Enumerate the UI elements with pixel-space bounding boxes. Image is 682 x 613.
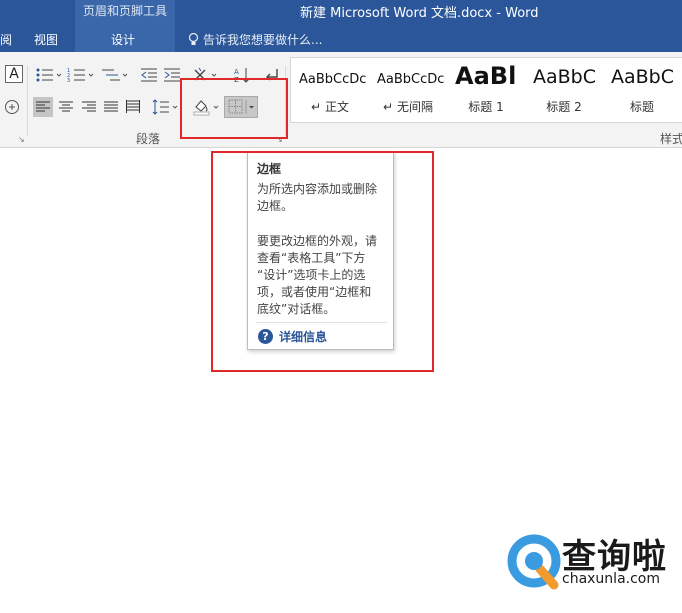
enclose-characters-icon [5,100,19,114]
tab-design[interactable]: 设计 [111,31,135,48]
center-button[interactable] [56,97,76,117]
line-spacing-button[interactable] [152,97,180,117]
bulb-icon [188,33,199,45]
align-right-button[interactable] [79,97,99,117]
align-left-icon [36,101,50,112]
tab-review[interactable]: 阅 [0,31,12,48]
center-icon [59,101,73,112]
style-preview: AaBbCcDc [299,72,367,87]
style-name: 标题 1 [468,100,504,114]
style-name: 标题 2 [546,100,582,114]
svg-text:A: A [234,68,239,76]
align-left-button[interactable] [33,97,53,117]
document-title: 新建 Microsoft Word 文档.docx - Word [300,6,539,21]
enclose-characters-button[interactable] [3,98,21,116]
style-name: ↵ 正文 [311,100,349,114]
numbering-icon: 123 [67,68,94,83]
svg-text:3: 3 [67,78,70,83]
styles-gallery: AaBbCcDc ↵ 正文 AaBbCcDc ↵ 无间隔 AaBl 标题 1 A… [290,57,682,123]
style-preview: AaBbC [611,66,675,88]
style-preview: AaBbC [533,66,597,88]
context-tab-group-title: 页眉和页脚工具 [82,4,167,18]
watermark-logo-icon [507,534,561,590]
style-no-spacing[interactable]: AaBbCcDc ↵ 无间隔 [369,58,447,122]
tell-me-text: 告诉我您想要做什么... [203,33,323,47]
style-name: 标题 [629,100,654,114]
font-glyph: A [9,66,19,82]
title-bar: 页眉和页脚工具 新建 Microsoft Word 文档.docx - Word… [0,0,682,52]
align-right-icon [82,101,96,112]
multilevel-list-icon [102,69,128,81]
numbering-button[interactable]: 123 [66,66,96,84]
bullets-icon [36,68,62,82]
watermark-url: chaxunla.com [562,571,660,587]
style-normal[interactable]: AaBbCcDc ↵ 正文 [291,58,369,122]
character-border-button[interactable]: A [5,65,23,83]
style-title[interactable]: AaBbC 标题 [603,58,681,122]
font-dialog-launcher[interactable]: ↘ [18,135,25,144]
tooltip-highlight-box [211,151,434,372]
styles-group-label: 样式 [660,132,682,146]
justify-icon [104,101,118,112]
borders-highlight-box [180,78,288,139]
decrease-indent-button[interactable] [139,66,159,84]
watermark: 查询啦 chaxunla.com [504,525,682,613]
increase-indent-icon [164,68,180,82]
multilevel-list-button[interactable] [100,66,130,84]
ribbon: A ↘ 123 A Z 段落 ↘ AaBbCcDc ↵ 正文 AaBbCcDc … [0,52,682,148]
style-heading-1[interactable]: AaBl 标题 1 [447,58,525,122]
distributed-icon [126,100,140,113]
justify-button[interactable] [101,97,121,117]
distributed-button[interactable] [123,97,143,117]
style-heading-2[interactable]: AaBbC 标题 2 [525,58,603,122]
tab-view[interactable]: 视图 [34,31,58,48]
style-preview: AaBl [455,62,517,90]
word-window: 页眉和页脚工具 新建 Microsoft Word 文档.docx - Word… [0,0,682,613]
increase-indent-button[interactable] [162,66,182,84]
group-separator [27,66,28,136]
tell-me-search[interactable]: 告诉我您想要做什么... [188,31,322,48]
decrease-indent-icon [141,68,157,82]
style-name: ↵ 无间隔 [383,100,433,114]
style-preview: AaBbCcDc [377,72,445,87]
paragraph-group-label: 段落 [136,132,161,146]
bullets-button[interactable] [34,66,64,84]
line-spacing-icon [152,99,178,115]
